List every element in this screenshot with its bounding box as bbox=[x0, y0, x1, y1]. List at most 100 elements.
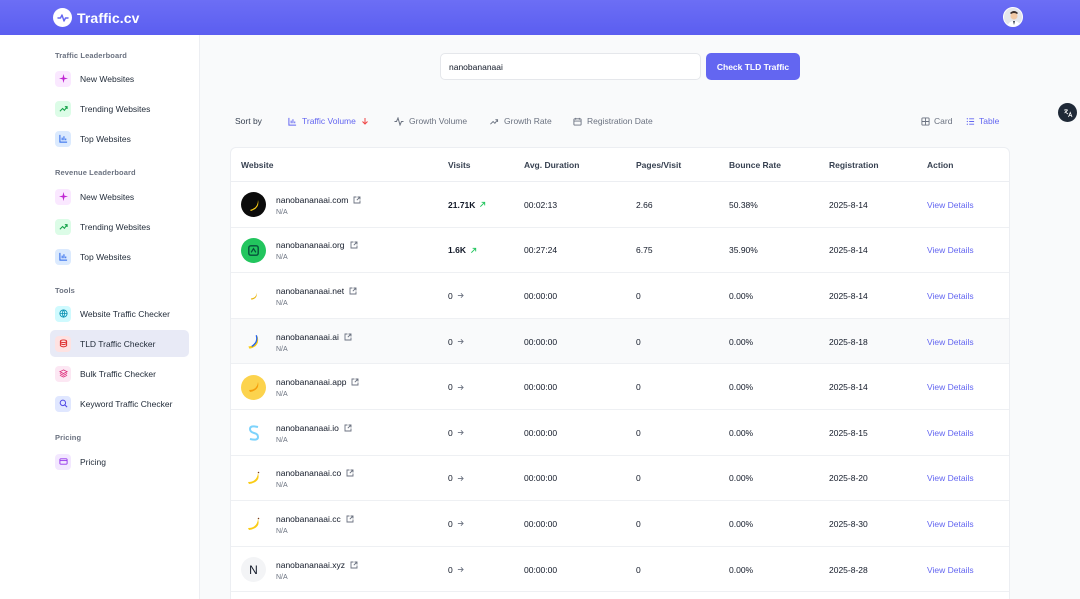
table-row[interactable]: nanobananaai.cc N/A 0 00:00:00 0 0.00% 2025-8-… bbox=[231, 501, 1009, 547]
view-details-link[interactable]: View Details bbox=[927, 473, 974, 483]
view-details-link[interactable]: View Details bbox=[927, 382, 974, 392]
arrow-right-icon bbox=[457, 339, 464, 345]
registration-cell: 2025-8-14 bbox=[829, 245, 868, 256]
site-domain-link[interactable]: nanobananaai.ai bbox=[276, 332, 352, 342]
avg-duration-cell: 00:00:00 bbox=[524, 518, 558, 529]
visits-cell: 0 bbox=[448, 382, 464, 392]
avg-duration-cell: 00:00:00 bbox=[524, 473, 558, 484]
table-row[interactable]: nanobananaai.co N/A 0 00:00:00 0 0.00% 2025-8-… bbox=[231, 456, 1009, 502]
table-row[interactable]: nanobananaai.net N/A 0 00:00:00 0 0.00% 2025-8… bbox=[231, 273, 1009, 319]
site-domain: nanobananaai.com bbox=[276, 194, 349, 205]
visits-cell: 21.71K bbox=[448, 200, 486, 210]
site-domain-link[interactable]: nanobananaai.co bbox=[276, 468, 354, 478]
sort-option-label: Registration Date bbox=[587, 116, 653, 126]
sidebar-item-label: Trending Websites bbox=[80, 103, 151, 114]
site-domain-link[interactable]: nanobananaai.io bbox=[276, 423, 352, 433]
database-icon bbox=[55, 335, 71, 352]
translate-icon bbox=[1063, 108, 1072, 117]
external-link-icon[interactable] bbox=[351, 378, 359, 386]
sort-option-label: Growth Rate bbox=[504, 116, 552, 126]
site-logo-icon bbox=[241, 329, 266, 354]
sidebar-item-traffic-trending-websites[interactable]: Trending Websites bbox=[50, 95, 189, 122]
site-domain-link[interactable]: nanobananaai.xyz bbox=[276, 560, 358, 570]
site-subtitle: N/A bbox=[276, 482, 288, 490]
sort-by-label: Sort by bbox=[235, 116, 262, 126]
external-link-icon[interactable] bbox=[350, 241, 358, 249]
site-subtitle: N/A bbox=[276, 299, 288, 307]
domain-search-input[interactable]: nanobananaai bbox=[440, 53, 701, 80]
table-row[interactable]: Nnanobananaai.xyz N/A 0 00:00:00 0 0.00% 2025-… bbox=[231, 547, 1009, 593]
avg-duration-cell: 00:00:00 bbox=[524, 290, 558, 301]
app-logo[interactable]: Traffic.cv bbox=[53, 8, 139, 27]
user-avatar[interactable] bbox=[1003, 7, 1023, 27]
sidebar-item-traffic-new-websites[interactable]: New Websites bbox=[50, 65, 189, 92]
sort-option-label: Traffic Volume bbox=[302, 116, 356, 126]
view-details-link[interactable]: View Details bbox=[927, 200, 974, 210]
sort-option-label: Growth Volume bbox=[409, 116, 468, 126]
sidebar-item-keyword-traffic-checker[interactable]: Keyword Traffic Checker bbox=[50, 390, 189, 417]
visits-cell: 0 bbox=[448, 473, 464, 483]
view-details-link[interactable]: View Details bbox=[927, 519, 974, 529]
site-domain-link[interactable]: nanobananaai.app bbox=[276, 377, 359, 387]
external-link-icon[interactable] bbox=[349, 287, 357, 295]
external-link-icon[interactable] bbox=[346, 515, 354, 523]
sidebar-item-traffic-top-websites[interactable]: Top Websites bbox=[50, 125, 189, 152]
sidebar-item-tld-traffic-checker[interactable]: TLD Traffic Checker bbox=[50, 330, 189, 357]
site-domain-link[interactable]: nanobananaai.net bbox=[276, 286, 357, 296]
sort-option-growth-volume[interactable]: Growth Volume bbox=[394, 116, 467, 126]
sort-option-growth-rate[interactable]: Growth Rate bbox=[489, 116, 552, 126]
view-details-link[interactable]: View Details bbox=[927, 565, 974, 575]
external-link-icon[interactable] bbox=[346, 469, 354, 477]
external-link-icon[interactable] bbox=[344, 424, 352, 432]
sidebar-item-label: Top Websites bbox=[80, 251, 131, 262]
bounce-rate-cell: 0.00% bbox=[729, 427, 754, 438]
column-header-visits: Visits bbox=[448, 160, 471, 170]
sidebar-item-website-traffic-checker[interactable]: Website Traffic Checker bbox=[50, 300, 189, 327]
view-details-link[interactable]: View Details bbox=[927, 245, 974, 255]
arrow-right-icon bbox=[457, 384, 464, 390]
sidebar-item-revenue-top-websites[interactable]: Top Websites bbox=[50, 243, 189, 270]
sort-option-registration-date[interactable]: Registration Date bbox=[573, 116, 653, 126]
external-link-icon[interactable] bbox=[344, 333, 352, 341]
view-details-link[interactable]: View Details bbox=[927, 428, 974, 438]
bounce-rate-cell: 0.00% bbox=[729, 473, 754, 484]
visits-value: 0 bbox=[448, 564, 453, 575]
site-domain-link[interactable]: nanobananaai.org bbox=[276, 240, 358, 250]
arrow-right-icon bbox=[457, 430, 464, 436]
table-row[interactable]: nanobananaai.com N/A 21.71K 00:02:13 2.66 50.… bbox=[231, 182, 1009, 228]
view-card-toggle[interactable]: Card bbox=[921, 116, 952, 126]
sort-option-traffic-volume[interactable]: Traffic Volume bbox=[288, 116, 374, 126]
site-domain-link[interactable]: nanobananaai.cc bbox=[276, 514, 354, 524]
view-details-link[interactable]: View Details bbox=[927, 291, 974, 301]
table-row[interactable]: nanobananaai.io N/A 0 00:00:00 0 0.00% 2025-8-… bbox=[231, 410, 1009, 456]
registration-cell: 2025-8-15 bbox=[829, 427, 868, 438]
pages-visit-cell: 0 bbox=[636, 290, 641, 301]
sidebar-item-bulk-traffic-checker[interactable]: Bulk Traffic Checker bbox=[50, 360, 189, 387]
app-title: Traffic.cv bbox=[77, 9, 140, 26]
sidebar-item-label: Bulk Traffic Checker bbox=[80, 368, 156, 379]
sidebar-item-revenue-trending-websites[interactable]: Trending Websites bbox=[50, 213, 189, 240]
table-row[interactable]: nanobananaai.ai N/A 0 00:00:00 0 0.00% 2025-8-… bbox=[231, 318, 1009, 365]
sparkle-icon bbox=[55, 70, 71, 87]
column-header-avg-duration: Avg. Duration bbox=[524, 160, 580, 170]
check-tld-traffic-button[interactable]: Check TLD Traffic bbox=[706, 53, 800, 80]
view-table-toggle[interactable]: Table bbox=[966, 116, 999, 126]
translate-button[interactable] bbox=[1058, 103, 1077, 122]
table-row[interactable]: nanobananaai.app N/A 0 00:00:00 0 0.00% 2025-8… bbox=[231, 364, 1009, 410]
visits-value: 21.71K bbox=[448, 199, 476, 210]
site-subtitle: N/A bbox=[276, 391, 288, 399]
sidebar-item-revenue-new-websites[interactable]: New Websites bbox=[50, 183, 189, 210]
table-header: Website Visits Avg. Duration Pages/Visit… bbox=[231, 148, 1009, 182]
external-link-icon[interactable] bbox=[350, 561, 358, 569]
view-details-link[interactable]: View Details bbox=[927, 337, 974, 347]
sidebar-item-pricing[interactable]: Pricing bbox=[50, 448, 189, 475]
pages-visit-cell: 0 bbox=[636, 382, 641, 393]
calendar-icon bbox=[573, 117, 582, 126]
site-logo-letter: N bbox=[249, 562, 258, 577]
site-domain-link[interactable]: nanobananaai.com bbox=[276, 195, 361, 205]
site-domain: nanobananaai.cc bbox=[276, 513, 341, 524]
table-row[interactable]: nanobananaai.org N/A 1.6K 00:27:24 6.75 35.90… bbox=[231, 228, 1009, 274]
external-link-icon[interactable] bbox=[353, 196, 361, 204]
bounce-rate-cell: 0.00% bbox=[729, 382, 754, 393]
site-logo-icon bbox=[241, 374, 266, 400]
